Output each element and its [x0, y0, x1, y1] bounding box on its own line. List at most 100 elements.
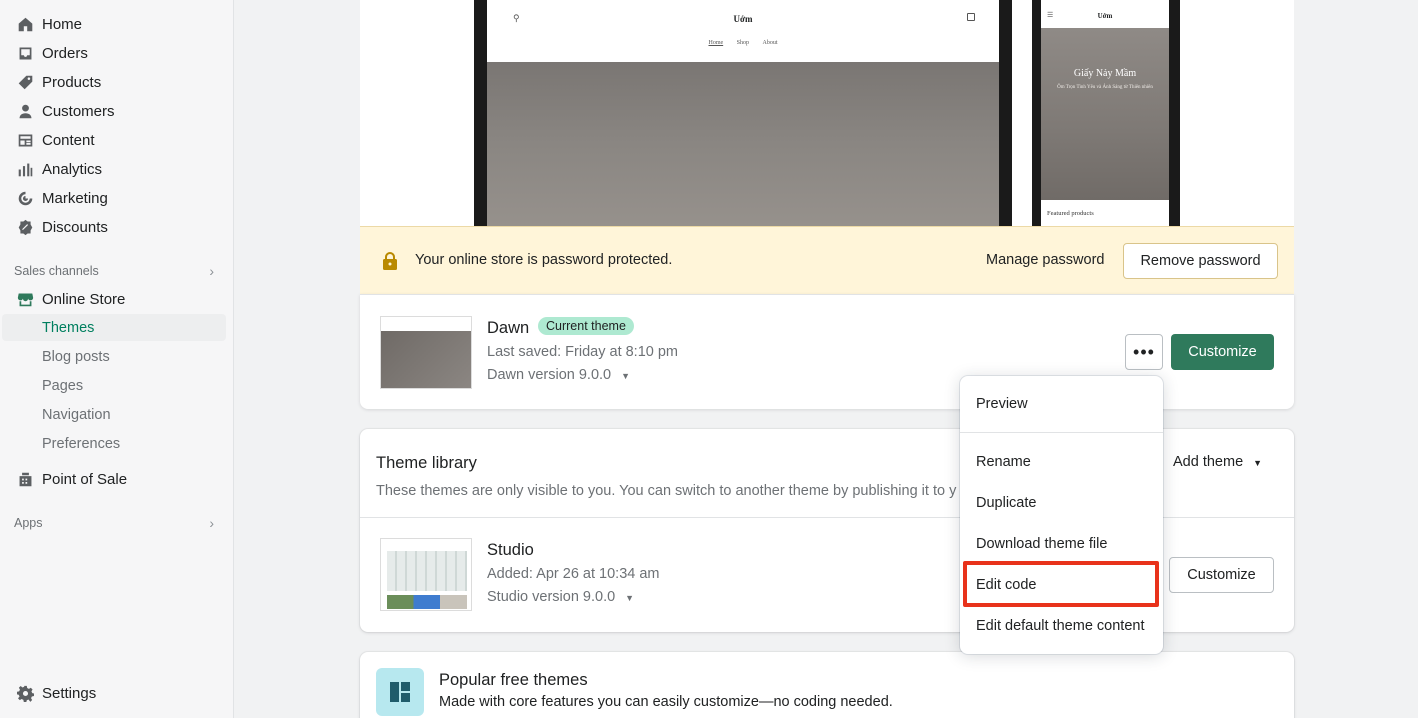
- caret-down-icon: ▼: [1253, 458, 1263, 468]
- layout-icon: [376, 668, 424, 716]
- studio-thumbnail: [380, 538, 472, 611]
- sidebar-item-home[interactable]: Home: [0, 10, 234, 39]
- sidebar: Home Orders Products Customers Content A…: [0, 0, 234, 718]
- studio-theme-version[interactable]: Studio version 9.0.0 ▼: [487, 589, 634, 605]
- menu-item-download-theme-file[interactable]: Download theme file: [960, 526, 1163, 562]
- sidebar-item-orders[interactable]: Orders: [0, 39, 234, 68]
- sales-channels-label: Sales channels: [14, 264, 99, 278]
- sidebar-item-discounts[interactable]: Discounts: [0, 213, 234, 242]
- sidebar-subitem-pages[interactable]: Pages: [2, 372, 226, 399]
- desktop-preview-hero-image: [487, 62, 999, 226]
- sidebar-item-label: Marketing: [42, 190, 108, 207]
- caret-down-icon: ▼: [625, 593, 635, 603]
- menu-item-edit-default-theme-content[interactable]: Edit default theme content: [960, 608, 1163, 644]
- add-theme-label: Add theme: [1173, 454, 1244, 470]
- point-of-sale-icon: [16, 471, 34, 489]
- add-theme-button[interactable]: Add theme ▼: [1173, 454, 1262, 470]
- sidebar-subitem-blog-posts[interactable]: Blog posts: [2, 343, 226, 370]
- customize-studio-button[interactable]: Customize: [1169, 557, 1274, 593]
- sidebar-item-label: Settings: [42, 685, 97, 702]
- manage-password-button[interactable]: Manage password: [986, 252, 1105, 268]
- sidebar-item-point-of-sale[interactable]: Point of Sale: [0, 465, 234, 494]
- current-theme-version[interactable]: Dawn version 9.0.0 ▼: [487, 367, 630, 383]
- chevron-right-icon: ›: [209, 263, 214, 279]
- remove-password-button[interactable]: Remove password: [1123, 243, 1278, 279]
- person-icon: [16, 103, 34, 121]
- mobile-preview: ☰ Uớm Giấy Nảy Mầm Ôm Trọn Tình Yêu và Á…: [1041, 0, 1169, 226]
- desktop-nav-home: Home: [708, 40, 724, 46]
- desktop-preview-nav: Home Shop About: [487, 40, 999, 46]
- menu-item-rename[interactable]: Rename: [960, 444, 1163, 480]
- sidebar-item-content[interactable]: Content: [0, 126, 234, 155]
- store-icon: [16, 291, 34, 309]
- current-theme-name: Dawn: [487, 319, 530, 337]
- studio-thumbnail-tiles: [387, 595, 467, 609]
- sidebar-item-label: Orders: [42, 45, 88, 62]
- dawn-thumbnail-image: [381, 331, 471, 388]
- edit-code-highlight: [963, 561, 1159, 607]
- menu-item-duplicate[interactable]: Duplicate: [960, 485, 1163, 521]
- desktop-preview-logo: Uớm: [733, 14, 753, 24]
- sidebar-item-label: Point of Sale: [42, 471, 128, 488]
- discount-icon: [16, 219, 34, 237]
- cart-icon: [967, 13, 975, 21]
- password-banner: Your online store is password protected.…: [360, 226, 1294, 294]
- sales-channels-section[interactable]: Sales channels ›: [14, 263, 214, 279]
- theme-library-description: These themes are only visible to you. Yo…: [376, 483, 957, 499]
- popular-themes-card: Popular free themes Made with core featu…: [360, 652, 1294, 718]
- apps-label: Apps: [14, 516, 43, 530]
- caret-down-icon: ▼: [621, 371, 631, 381]
- marketing-icon: [16, 190, 34, 208]
- orders-icon: [16, 45, 34, 63]
- version-label: Studio version 9.0.0: [487, 589, 616, 605]
- studio-thumbnail-image: [387, 551, 467, 591]
- current-theme-badge: Current theme: [538, 317, 634, 335]
- sidebar-subitem-label: Pages: [42, 377, 84, 394]
- sidebar-item-analytics[interactable]: Analytics: [0, 155, 234, 184]
- sidebar-item-products[interactable]: Products: [0, 68, 234, 97]
- desktop-preview-header: ⚲ Uớm Home Shop About: [487, 0, 999, 62]
- tag-icon: [16, 74, 34, 92]
- sidebar-item-label: Discounts: [42, 219, 108, 236]
- more-actions-button[interactable]: •••: [1125, 334, 1163, 370]
- sidebar-item-settings[interactable]: Settings: [0, 679, 234, 708]
- popular-themes-title: Popular free themes: [439, 671, 588, 689]
- desktop-preview: ⚲ Uớm Home Shop About: [487, 0, 999, 226]
- gear-icon: [16, 685, 34, 703]
- sidebar-subitem-label: Themes: [42, 319, 95, 336]
- bar-chart-icon: [16, 161, 34, 179]
- mobile-preview-hero-subtitle: Ôm Trọn Tình Yêu và Ánh Sáng từ Thiên nh…: [1057, 85, 1153, 90]
- customize-current-theme-button[interactable]: Customize: [1171, 334, 1274, 370]
- sidebar-item-label: Online Store: [42, 291, 126, 308]
- theme-library-title: Theme library: [376, 454, 477, 472]
- dawn-thumbnail: [380, 316, 472, 389]
- sidebar-item-marketing[interactable]: Marketing: [0, 184, 234, 213]
- studio-theme-added: Added: Apr 26 at 10:34 am: [487, 566, 660, 582]
- version-label: Dawn version 9.0.0: [487, 367, 612, 383]
- sidebar-item-customers[interactable]: Customers: [0, 97, 234, 126]
- mobile-preview-logo: Uớm: [1097, 12, 1113, 20]
- password-banner-text: Your online store is password protected.: [415, 252, 673, 268]
- divider: [960, 432, 1163, 433]
- sidebar-item-online-store[interactable]: Online Store: [0, 285, 234, 314]
- sidebar-item-label: Content: [42, 132, 95, 149]
- sidebar-subitem-navigation[interactable]: Navigation: [2, 401, 226, 428]
- sidebar-subitem-label: Blog posts: [42, 348, 110, 365]
- sidebar-item-label: Analytics: [42, 161, 103, 178]
- desktop-nav-shop: Shop: [736, 40, 749, 46]
- theme-actions-menu: Preview Rename Duplicate Download theme …: [960, 376, 1163, 654]
- sidebar-subitem-themes[interactable]: Themes: [2, 314, 226, 341]
- content-icon: [16, 132, 34, 150]
- sidebar-item-label: Customers: [42, 103, 115, 120]
- menu-item-preview[interactable]: Preview: [960, 386, 1163, 422]
- desktop-nav-about: About: [762, 40, 778, 46]
- mobile-preview-featured: Featured products: [1047, 210, 1094, 217]
- home-icon: [16, 16, 34, 34]
- mobile-preview-hero-title: Giấy Nảy Mầm: [1073, 68, 1137, 79]
- apps-section[interactable]: Apps ›: [14, 515, 214, 531]
- studio-theme-name: Studio: [487, 541, 534, 559]
- sidebar-subitem-preferences[interactable]: Preferences: [2, 430, 226, 457]
- mobile-preview-hero-image: [1041, 28, 1169, 200]
- menu-icon: ☰: [1047, 11, 1054, 19]
- current-theme-last-saved: Last saved: Friday at 8:10 pm: [487, 344, 679, 360]
